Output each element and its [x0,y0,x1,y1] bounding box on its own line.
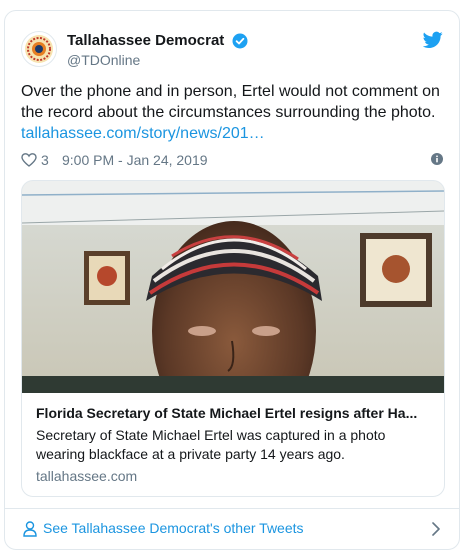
tweet-text: Over the phone and in person, Ertel woul… [21,81,445,144]
chevron-right-icon[interactable] [431,522,441,536]
tweet-header: Tallahassee Democrat @TDOnline [21,29,443,73]
card-image [22,181,444,393]
like-count[interactable]: 3 [41,152,49,168]
tweet-body: Over the phone and in person, Ertel woul… [21,83,440,121]
more-tweets-link[interactable]: See Tallahassee Democrat's other Tweets [43,520,304,536]
tweet-meta: 3 9:00 PM - Jan 24, 2019 [21,151,443,169]
avatar[interactable] [21,31,57,67]
newspaper-logo-icon [25,35,53,63]
heart-icon[interactable] [21,152,37,168]
more-tweets-bar[interactable]: See Tallahassee Democrat's other Tweets [5,508,459,549]
card-description: Secretary of State Michael Ertel was cap… [36,427,386,462]
link-card[interactable]: Florida Secretary of State Michael Ertel… [21,180,445,497]
embedded-tweet: Tallahassee Democrat @TDOnline Over the … [4,10,460,550]
display-name[interactable]: Tallahassee Democrat [67,31,224,51]
tweet-link[interactable]: tallahassee.com/story/news/201… [21,123,445,144]
info-icon[interactable] [431,153,443,165]
account-names[interactable]: Tallahassee Democrat @TDOnline [67,31,248,69]
verified-badge-icon [232,33,248,49]
person-icon [23,521,37,537]
twitter-bird-icon[interactable] [423,31,443,49]
handle[interactable]: @TDOnline [67,51,248,69]
card-title[interactable]: Florida Secretary of State Michael Ertel… [36,404,434,422]
timestamp[interactable]: 9:00 PM - Jan 24, 2019 [62,152,208,168]
card-domain: tallahassee.com [36,468,138,484]
